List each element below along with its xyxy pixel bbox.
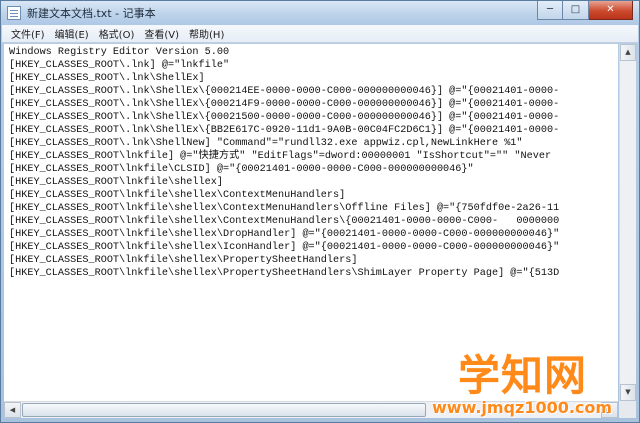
scroll-left-arrow-icon[interactable]: ◀ (4, 402, 21, 418)
title-bar[interactable]: 新建文本文档.txt - 记事本 ─ □ ✕ (1, 1, 639, 25)
text-line: [HKEY_CLASSES_ROOT\lnkfile\CLSID] @="{00… (9, 164, 474, 175)
text-line: [HKEY_CLASSES_ROOT\lnkfile\shellex\Conte… (9, 190, 346, 201)
text-line: [HKEY_CLASSES_ROOT\.lnk\ShellEx] (9, 73, 205, 84)
scroll-down-arrow-icon[interactable]: ▼ (620, 384, 636, 401)
scroll-up-arrow-icon[interactable]: ▲ (620, 44, 636, 61)
resize-grip[interactable] (619, 401, 636, 418)
menu-view[interactable]: 查看(V) (139, 26, 184, 41)
text-line: [HKEY_CLASSES_ROOT\.lnk\ShellEx\{0002150… (9, 112, 560, 123)
maximize-button[interactable]: □ (563, 1, 589, 20)
horizontal-scroll-thumb[interactable] (22, 403, 426, 417)
watermark-logo: 学知网 (458, 351, 588, 400)
notepad-app-icon[interactable] (7, 6, 21, 20)
menu-file[interactable]: 文件(F) (6, 26, 50, 41)
text-line: [HKEY_CLASSES_ROOT\.lnk] @="lnkfile" (9, 60, 230, 71)
menu-help[interactable]: 帮助(H) (184, 26, 229, 41)
text-line: [HKEY_CLASSES_ROOT\lnkfile\shellex\Prope… (9, 255, 358, 266)
text-line: [HKEY_CLASSES_ROOT\.lnk\ShellNew] "Comma… (9, 138, 523, 149)
text-line: Windows Registry Editor Version 5.00 (9, 47, 230, 58)
text-editor-area[interactable]: Windows Registry Editor Version 5.00 [HK… (4, 44, 618, 401)
text-line: [HKEY_CLASSES_ROOT\lnkfile\shellex] (9, 177, 223, 188)
vertical-scrollbar[interactable]: ▲ ▼ (619, 44, 636, 401)
menu-edit[interactable]: 编辑(E) (50, 26, 94, 41)
text-line: [HKEY_CLASSES_ROOT\lnkfile\shellex\IconH… (9, 242, 560, 253)
text-line: [HKEY_CLASSES_ROOT\lnkfile\shellex\Prope… (9, 268, 560, 279)
watermark-url: www.jmqz1000.com (432, 398, 613, 417)
text-line: [HKEY_CLASSES_ROOT\lnkfile] @="快捷方式" "Ed… (9, 151, 552, 162)
text-line: [HKEY_CLASSES_ROOT\.lnk\ShellEx\{000214E… (9, 86, 560, 97)
text-line: [HKEY_CLASSES_ROOT\.lnk\ShellEx\{BB2E617… (9, 125, 560, 136)
text-line: [HKEY_CLASSES_ROOT\lnkfile\shellex\Conte… (9, 216, 560, 227)
menu-bar: 文件(F) 编辑(E) 格式(O) 查看(V) 帮助(H) (2, 25, 638, 43)
caption-buttons: ─ □ ✕ (537, 1, 633, 20)
window-title: 新建文本文档.txt - 记事本 (27, 7, 156, 20)
minimize-button[interactable]: ─ (537, 1, 563, 20)
close-button[interactable]: ✕ (589, 1, 633, 20)
text-line: [HKEY_CLASSES_ROOT\lnkfile\shellex\Conte… (9, 203, 560, 214)
menu-format[interactable]: 格式(O) (94, 26, 140, 41)
text-line: [HKEY_CLASSES_ROOT\.lnk\ShellEx\{000214F… (9, 99, 560, 110)
text-line: [HKEY_CLASSES_ROOT\lnkfile\shellex\DropH… (9, 229, 560, 240)
